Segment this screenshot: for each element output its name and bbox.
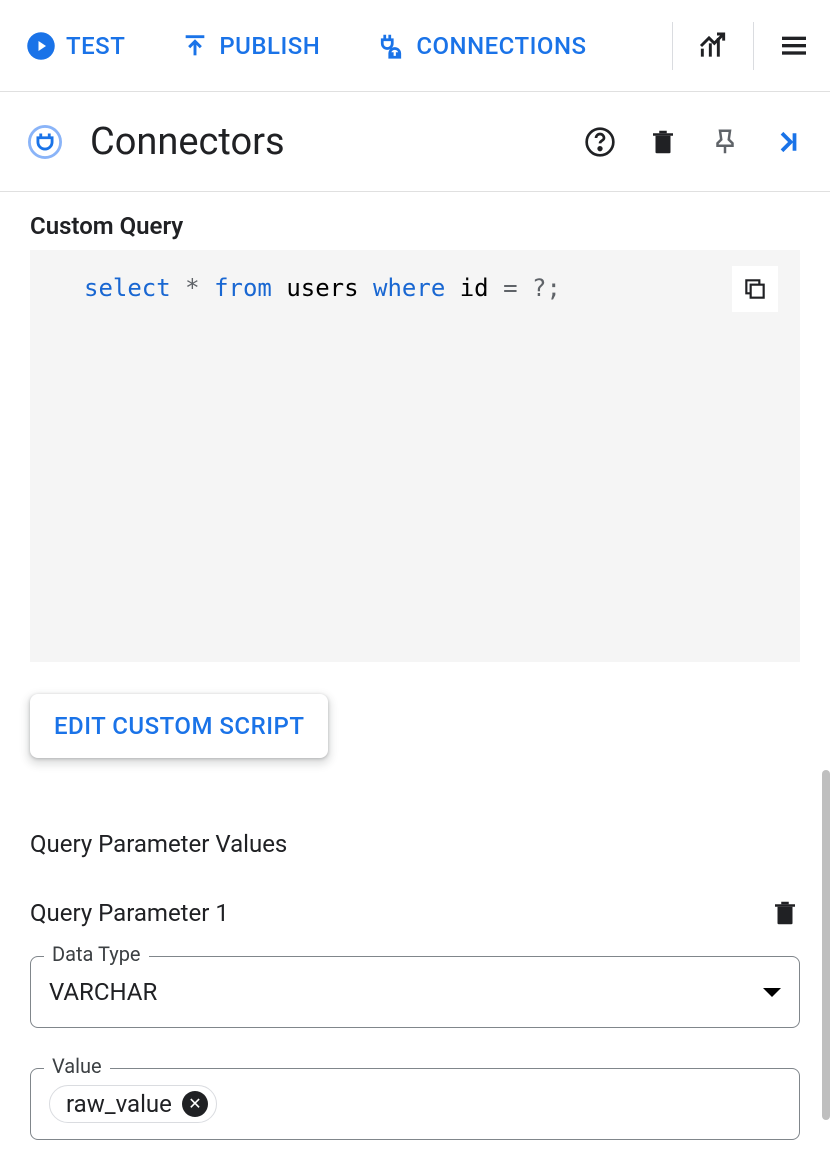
custom-query-label: Custom Query — [30, 212, 800, 240]
code-token: id — [460, 274, 489, 302]
code-token: where — [373, 274, 445, 302]
query-parameter-section: Query Parameter Values Query Parameter 1… — [30, 830, 800, 1140]
value-chip[interactable]: raw_value ✕ — [49, 1085, 217, 1123]
code-token: select — [84, 274, 171, 302]
code-token: = — [503, 274, 517, 302]
toolbar-divider — [672, 22, 673, 70]
code-token: users — [286, 274, 358, 302]
test-button[interactable]: TEST — [20, 23, 131, 69]
top-toolbar: TEST PUBLISH CONNECTIONS — [0, 0, 830, 92]
publish-button[interactable]: PUBLISH — [175, 24, 326, 68]
value-field[interactable]: Value raw_value ✕ — [30, 1068, 800, 1140]
copy-button[interactable] — [732, 266, 778, 312]
code-token: * — [185, 274, 199, 302]
plug-icon — [376, 31, 406, 61]
data-type-value: VARCHAR — [49, 978, 763, 1006]
edit-custom-script-button[interactable]: EDIT CUSTOM SCRIPT — [30, 694, 328, 758]
menu-icon[interactable] — [778, 30, 810, 62]
connections-label: CONNECTIONS — [416, 32, 586, 60]
toolbar-divider — [753, 22, 754, 70]
code-token: from — [214, 274, 272, 302]
value-chip-text: raw_value — [66, 1090, 172, 1118]
collapse-icon[interactable] — [772, 127, 802, 157]
page-header: Connectors — [0, 92, 830, 192]
code-token: ; — [546, 274, 560, 302]
pin-icon[interactable] — [710, 127, 740, 157]
play-icon — [26, 31, 56, 61]
connector-icon — [28, 125, 62, 159]
data-type-label: Data Type — [44, 942, 149, 966]
delete-parameter-icon[interactable] — [770, 898, 800, 928]
custom-query-code[interactable]: select * from users where id = ?; — [30, 250, 800, 662]
connections-button[interactable]: CONNECTIONS — [370, 23, 592, 69]
query-parameter-values-label: Query Parameter Values — [30, 830, 800, 858]
help-icon[interactable] — [584, 126, 616, 158]
value-label: Value — [44, 1054, 110, 1078]
scrollbar[interactable] — [822, 770, 830, 1120]
analytics-icon[interactable] — [697, 30, 729, 62]
query-parameter-header: Query Parameter 1 — [30, 898, 800, 928]
close-icon[interactable]: ✕ — [182, 1091, 208, 1117]
code-token: ? — [532, 274, 546, 302]
test-label: TEST — [66, 32, 125, 60]
publish-label: PUBLISH — [219, 32, 320, 60]
content-area: Custom Query select * from users where i… — [0, 192, 830, 1140]
chevron-down-icon — [763, 988, 781, 997]
delete-icon[interactable] — [648, 127, 678, 157]
page-title: Connectors — [90, 120, 584, 164]
edit-custom-script-label: EDIT CUSTOM SCRIPT — [54, 712, 304, 740]
data-type-field[interactable]: Data Type VARCHAR — [30, 956, 800, 1028]
query-parameter-title: Query Parameter 1 — [30, 899, 229, 927]
upload-icon — [181, 32, 209, 60]
